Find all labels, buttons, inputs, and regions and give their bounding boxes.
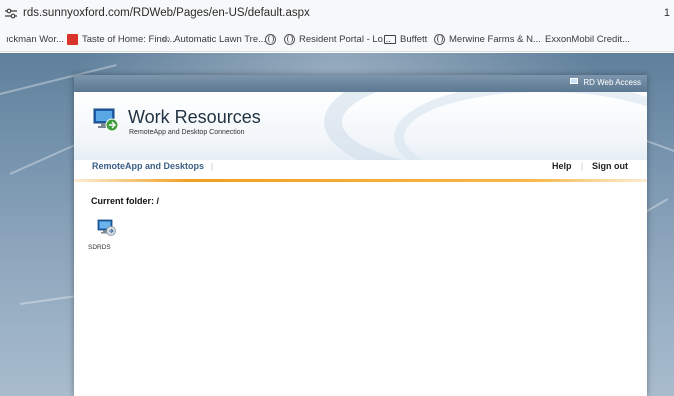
remote-desktop-logo-icon xyxy=(93,108,119,132)
url-text[interactable]: rds.sunnyoxford.com/RDWeb/Pages/en-US/de… xyxy=(23,7,310,19)
bookmark-item[interactable]: Merwine Farms & N... xyxy=(434,34,541,45)
sign-out-link[interactable]: Sign out xyxy=(592,161,628,171)
folder-icon xyxy=(384,35,396,44)
nav-divider: | xyxy=(581,162,584,171)
help-link[interactable]: Help xyxy=(552,161,572,171)
current-folder-label: Current folder: / xyxy=(91,196,160,206)
panel-top-bar: RD Web Access xyxy=(74,75,647,92)
link-icon: ∞ xyxy=(163,34,171,45)
rdweb-header: Work Resources RemoteApp and Desktop Con… xyxy=(74,92,647,160)
bookmark-label: ExxonMobil Credit... xyxy=(545,34,631,45)
app-item-sdrds[interactable]: SDRDS xyxy=(88,218,124,251)
globe-icon xyxy=(265,34,276,45)
bookmarks-bar: ıckman Wor... Taste of Home: Find... ∞ A… xyxy=(0,27,674,52)
bookmark-item[interactable] xyxy=(265,34,280,45)
rdweb-content: Current folder: / SDRDS xyxy=(74,182,647,396)
bookmark-item[interactable]: Resident Portal - Lo... xyxy=(284,34,391,45)
address-bar-edge-text: 1 xyxy=(663,7,670,19)
rd-web-access-icon xyxy=(570,78,580,87)
bookmark-label: Taste of Home: Find... xyxy=(82,34,175,45)
address-bar[interactable]: rds.sunnyoxford.com/RDWeb/Pages/en-US/de… xyxy=(0,0,674,27)
globe-icon xyxy=(434,34,445,45)
tab-remoteapp-desktops[interactable]: RemoteApp and Desktops xyxy=(92,161,204,171)
rdweb-nav: RemoteApp and Desktops | Help | Sign out xyxy=(74,160,647,179)
taste-of-home-icon xyxy=(67,34,78,45)
bookmark-label: Buffett xyxy=(400,34,428,45)
rd-web-access-label: RD Web Access xyxy=(583,78,641,87)
app-label: SDRDS xyxy=(88,244,111,251)
bookmark-label: Automatic Lawn Tre... xyxy=(174,34,267,45)
bookmark-item[interactable]: ıckman Wor... xyxy=(6,34,64,45)
page-title: Work Resources xyxy=(128,107,261,127)
remote-desktop-icon xyxy=(97,219,116,236)
page-subtitle: RemoteApp and Desktop Connection xyxy=(129,129,245,136)
rd-web-access-link[interactable]: RD Web Access xyxy=(570,78,641,87)
bookmark-label: ıckman Wor... xyxy=(6,34,64,45)
nav-divider: | xyxy=(211,162,214,171)
bookmark-label: Merwine Farms & N... xyxy=(449,34,541,45)
globe-icon xyxy=(284,34,295,45)
bookmark-item[interactable]: ∞ Automatic Lawn Tre... xyxy=(163,34,266,45)
site-settings-icon[interactable] xyxy=(5,8,17,19)
rdweb-panel: RD Web Access Work Resources RemoteApp a… xyxy=(74,75,647,396)
bookmark-item[interactable]: Buffett xyxy=(384,34,427,45)
bookmark-item[interactable]: ExxonMobil Credit... xyxy=(545,34,630,45)
bookmark-item[interactable]: Taste of Home: Find... xyxy=(67,34,175,45)
bookmark-label: Resident Portal - Lo... xyxy=(299,34,391,45)
